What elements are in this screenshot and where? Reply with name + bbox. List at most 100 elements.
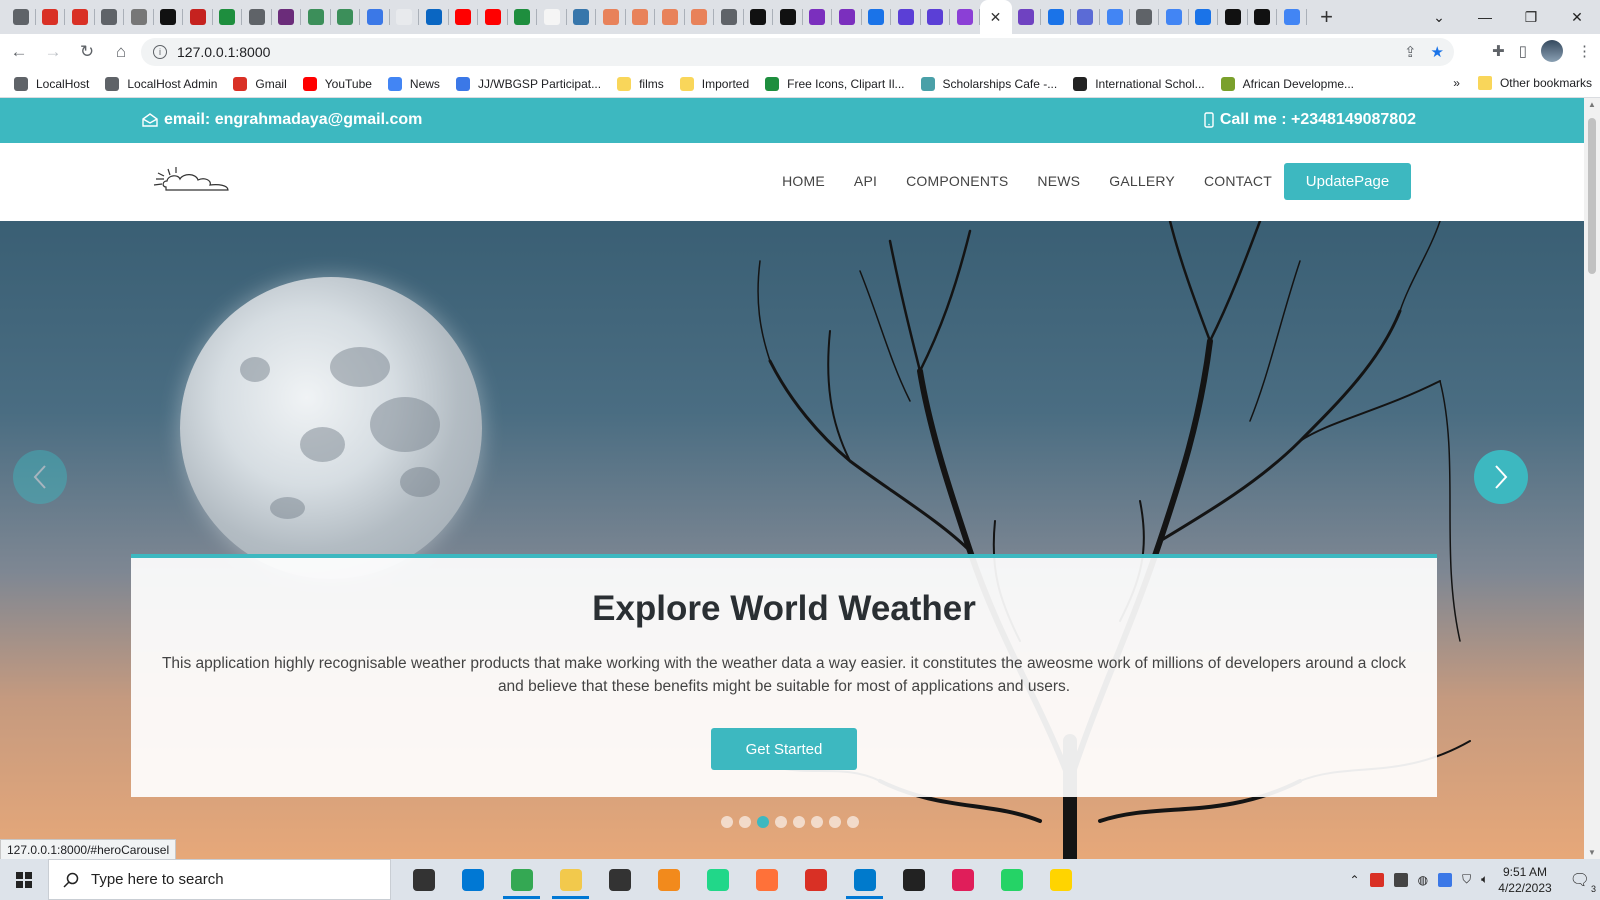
bookmark-item[interactable]: Free Icons, Clipart Il... [765,76,905,91]
carousel-indicator[interactable] [739,816,751,828]
browser-tab[interactable] [891,0,921,34]
browser-tab[interactable] [1100,0,1130,34]
update-page-button[interactable]: UpdatePage [1284,163,1411,200]
taskbar-app[interactable] [546,859,595,900]
reload-icon[interactable]: ↻ [72,42,102,62]
globe-icon[interactable]: ◍ [1418,873,1428,887]
taskbar-app[interactable] [742,859,791,900]
back-icon[interactable]: ← [4,42,34,62]
bookmark-item[interactable]: African Developme... [1220,76,1354,91]
bookmark-star-icon[interactable]: ★ [1431,43,1444,61]
bookmark-item[interactable]: JJ/WBGSP Participat... [455,76,601,91]
browser-tab[interactable] [360,0,390,34]
minimize-icon[interactable]: — [1462,9,1508,25]
taskbar-app[interactable] [693,859,742,900]
carousel-indicator[interactable] [775,816,787,828]
taskbar-app[interactable] [1036,859,1085,900]
browser-tab[interactable] [272,0,302,34]
forward-icon[interactable]: → [38,42,68,62]
browser-tab[interactable] [36,0,66,34]
menu-icon[interactable]: ⋮ [1577,42,1592,60]
browser-tab[interactable] [301,0,331,34]
browser-tab[interactable] [596,0,626,34]
notifications-icon[interactable]: 🗨︎ 3 [1570,870,1596,894]
address-bar[interactable]: i 127.0.0.1:8000 ⇪ ★ [141,38,1454,66]
browser-tab[interactable] [773,0,803,34]
browser-tab[interactable] [862,0,892,34]
security-icon[interactable]: ⛉ [1462,872,1471,887]
browser-tab[interactable] [390,0,420,34]
browser-tab[interactable] [1277,0,1307,34]
carousel-indicator[interactable] [757,816,769,828]
nav-components[interactable]: COMPONENTS [906,173,1008,189]
tab-search-icon[interactable]: ⌄ [1416,9,1462,26]
browser-tab[interactable] [714,0,744,34]
scrollbar-thumb[interactable] [1588,118,1596,274]
taskbar-app[interactable] [448,859,497,900]
browser-tab[interactable] [1159,0,1189,34]
browser-tab[interactable] [508,0,538,34]
start-button[interactable] [0,859,48,900]
taskbar-app[interactable] [791,859,840,900]
carousel-prev-button[interactable] [13,450,67,504]
carousel-indicator[interactable] [721,816,733,828]
browser-tab[interactable] [65,0,95,34]
browser-tab[interactable] [803,0,833,34]
browser-tab[interactable] [537,0,567,34]
bookmark-item[interactable]: films [617,76,664,91]
taskbar-app[interactable] [595,859,644,900]
bookmark-item[interactable]: Imported [679,76,749,91]
carousel-indicator[interactable] [847,816,859,828]
get-started-button[interactable]: Get Started [711,728,857,770]
page-scrollbar[interactable]: ▲ ▼ [1584,98,1600,859]
extensions-icon[interactable]: ✚ [1492,42,1505,60]
nav-gallery[interactable]: GALLERY [1109,173,1175,189]
taskbar-app[interactable] [644,859,693,900]
browser-tab[interactable] [1130,0,1160,34]
phone-contact[interactable]: Call me : +2348149087802 [1204,111,1416,129]
browser-tab[interactable] [626,0,656,34]
nav-home[interactable]: HOME [782,173,825,189]
carousel-indicator[interactable] [829,816,841,828]
browser-tab[interactable] [832,0,862,34]
share-icon[interactable]: ⇪ [1404,43,1417,61]
browser-tab[interactable] [1012,0,1042,34]
new-tab-button[interactable]: + [1313,3,1341,31]
taskbar-app[interactable] [889,859,938,900]
close-tab-icon[interactable]: ✕ [990,9,1002,26]
carousel-next-button[interactable] [1474,450,1528,504]
bookmark-item[interactable]: Scholarships Cafe -... [920,76,1057,91]
nav-contact[interactable]: CONTACT [1204,173,1272,189]
browser-tab[interactable] [183,0,213,34]
browser-tab[interactable] [1248,0,1278,34]
app-tray-icon[interactable] [1369,872,1384,887]
clock[interactable]: 9:51 AM 4/22/2023 [1498,864,1551,896]
carousel-indicator[interactable] [793,816,805,828]
browser-tab[interactable] [1041,0,1071,34]
home-icon[interactable]: ⌂ [106,42,136,62]
browser-tab[interactable] [685,0,715,34]
profile-avatar[interactable] [1541,40,1563,62]
browser-tab[interactable] [1189,0,1219,34]
active-tab[interactable]: ✕ [979,0,1012,34]
browser-tab[interactable] [950,0,980,34]
browser-tab[interactable] [331,0,361,34]
battery-icon[interactable] [1393,872,1408,887]
side-panel-icon[interactable]: ▯ [1519,42,1527,60]
browser-tab[interactable] [154,0,184,34]
taskbar-app[interactable] [840,859,889,900]
browser-tab[interactable] [95,0,125,34]
browser-tab[interactable] [124,0,154,34]
more-bookmarks-button[interactable]: » [1453,76,1460,90]
bookmark-item[interactable]: News [387,76,440,91]
browser-tab[interactable] [655,0,685,34]
chevron-up-icon[interactable]: ⌃ [1350,873,1360,887]
site-info-icon[interactable]: i [153,45,167,59]
browser-tab[interactable] [242,0,272,34]
browser-tab[interactable] [1071,0,1101,34]
browser-tab[interactable] [1218,0,1248,34]
browser-tab[interactable] [419,0,449,34]
nav-news[interactable]: NEWS [1037,173,1080,189]
bookmark-item[interactable]: International Schol... [1073,76,1205,91]
close-window-icon[interactable]: ✕ [1554,9,1600,26]
